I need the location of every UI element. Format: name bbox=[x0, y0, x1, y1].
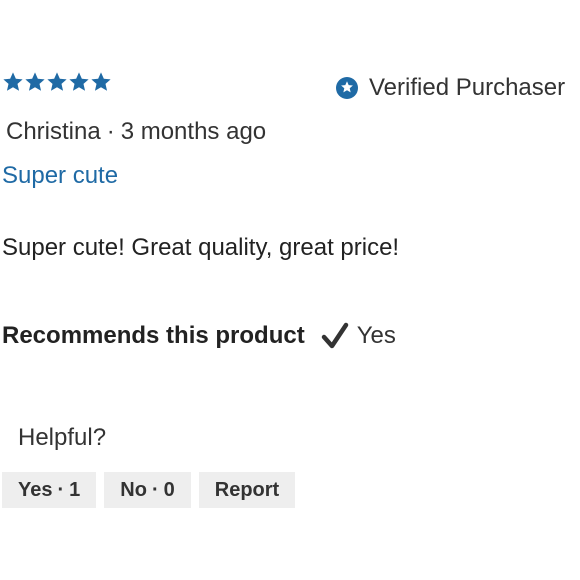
meta-separator: · bbox=[106, 118, 115, 145]
star-icon bbox=[2, 71, 24, 93]
recommends-value: Yes bbox=[356, 322, 396, 349]
vote-separator: · bbox=[57, 478, 65, 501]
star-icon bbox=[68, 71, 90, 93]
helpful-label: Helpful? bbox=[18, 424, 107, 451]
star-icon bbox=[46, 71, 68, 93]
helpful-no-button[interactable]: No · 0 bbox=[104, 472, 191, 508]
helpful-yes-button[interactable]: Yes · 1 bbox=[2, 472, 97, 508]
review-meta: Christina · 3 months ago bbox=[6, 118, 266, 146]
star-rating bbox=[2, 71, 112, 93]
vote-separator: · bbox=[151, 478, 159, 501]
verified-purchaser-label: Verified Purchaser bbox=[369, 74, 566, 101]
review-time: 3 months ago bbox=[120, 118, 267, 145]
review-body: Super cute! Great quality, great price! bbox=[2, 234, 400, 261]
helpful-no-label: No bbox=[120, 478, 147, 501]
checkmark-icon bbox=[321, 322, 349, 350]
report-button[interactable]: Report bbox=[198, 472, 296, 508]
author-name: Christina bbox=[6, 118, 101, 145]
star-icon bbox=[24, 71, 46, 93]
helpful-vote-row: Yes · 1 No · 0 Report bbox=[2, 472, 296, 508]
recommends-label: Recommends this product bbox=[2, 322, 305, 349]
star-icon bbox=[90, 71, 112, 93]
helpful-no-count: 0 bbox=[163, 478, 175, 501]
verified-purchaser-badge: Verified Purchaser bbox=[335, 74, 565, 102]
helpful-yes-label: Yes bbox=[18, 478, 53, 501]
helpful-yes-count: 1 bbox=[69, 478, 81, 501]
recommends-row: Recommends this product Yes bbox=[2, 322, 396, 350]
report-label: Report bbox=[214, 478, 280, 501]
star-badge-icon bbox=[335, 76, 359, 100]
review-title: Super cute bbox=[2, 162, 119, 189]
